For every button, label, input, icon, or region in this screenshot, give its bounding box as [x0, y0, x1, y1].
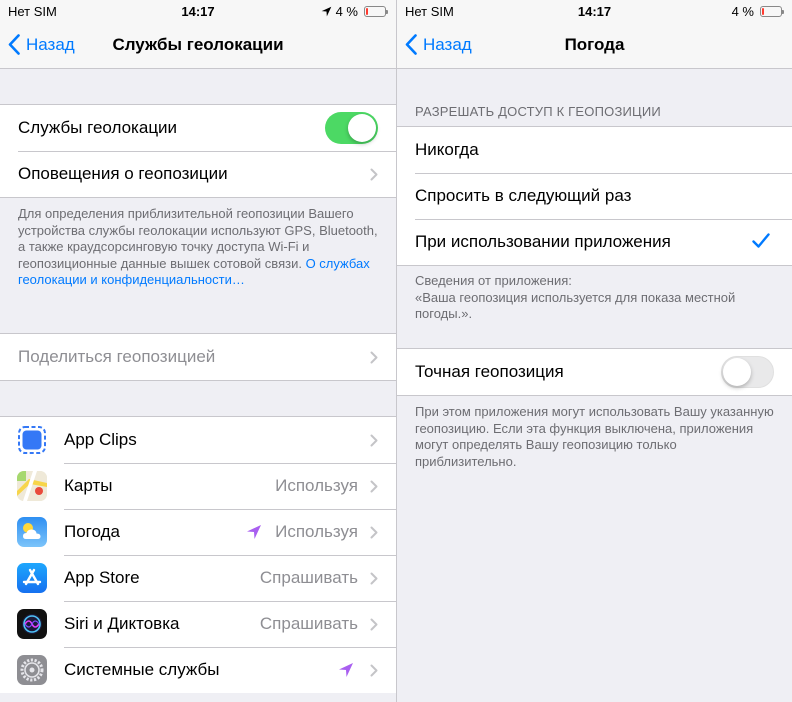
chevron-right-icon: [370, 168, 378, 181]
maps-icon: [17, 471, 47, 501]
precise-location-toggle[interactable]: [721, 356, 774, 388]
status-right: 4 %: [321, 4, 388, 19]
share-location-group: Поделиться геопозицией: [0, 333, 396, 381]
app-row-app-store[interactable]: App Store Спрашивать: [0, 555, 396, 601]
precise-location-label: Точная геопозиция: [415, 362, 564, 381]
app-row-system-services[interactable]: Системные службы: [0, 647, 396, 693]
app-name: Siri и Диктовка: [64, 614, 180, 633]
app-row-weather[interactable]: Погода Используя: [0, 509, 396, 555]
option-never[interactable]: Никогда: [397, 127, 792, 173]
share-location-label: Поделиться геопозицией: [18, 347, 216, 366]
battery-icon: [760, 6, 784, 17]
chevron-right-icon: [370, 618, 378, 631]
option-label: При использовании приложения: [415, 232, 671, 251]
back-button[interactable]: Назад: [8, 34, 75, 55]
location-arrow-icon: [247, 525, 261, 539]
checkmark-icon: [752, 233, 770, 248]
weather-location-screen: Нет SIM 14:17 4 % Назад Погода РАЗРЕШАТЬ…: [397, 0, 792, 702]
location-services-row: Службы геолокации: [0, 105, 396, 151]
option-label: Спросить в следующий раз: [415, 186, 632, 205]
app-name: Погода: [64, 522, 120, 541]
precise-location-row: Точная геопозиция: [397, 349, 792, 395]
app-permission-value: Используя: [275, 476, 358, 495]
back-label: Назад: [26, 34, 75, 54]
app-store-icon: [17, 563, 47, 593]
location-status-icon: [321, 6, 331, 17]
option-label: Никогда: [415, 140, 479, 159]
chevron-right-icon: [370, 434, 378, 447]
chevron-right-icon: [370, 572, 378, 585]
option-while-using[interactable]: При использовании приложения: [397, 219, 792, 265]
toggle-knob: [348, 114, 376, 142]
back-button[interactable]: Назад: [405, 34, 472, 55]
app-permission-value: Спрашивать: [259, 614, 358, 633]
access-options-group: Никогда Спросить в следующий раз При исп…: [397, 126, 792, 266]
chevron-right-icon: [370, 480, 378, 493]
weather-icon: [17, 517, 47, 547]
app-row-siri[interactable]: Siri и Диктовка Спрашивать: [0, 601, 396, 647]
location-services-label: Службы геолокации: [18, 118, 178, 137]
location-arrow-icon: [339, 663, 353, 677]
battery-percent: 4 %: [731, 4, 754, 19]
chevron-right-icon: [370, 664, 378, 677]
access-section-header: РАЗРЕШАТЬ ДОСТУП К ГЕОПОЗИЦИИ: [415, 104, 661, 119]
status-bar: Нет SIM 14:17 4 %: [0, 0, 396, 24]
option-ask-next-time[interactable]: Спросить в следующий раз: [397, 173, 792, 219]
app-permission-value: Спрашивать: [259, 568, 358, 587]
app-name: Системные службы: [64, 660, 220, 679]
precise-location-group: Точная геопозиция: [397, 348, 792, 396]
app-name: App Clips: [64, 430, 137, 449]
app-permission-value: Используя: [275, 522, 358, 541]
app-row-app-clips[interactable]: App Clips: [0, 417, 396, 463]
location-alerts-row[interactable]: Оповещения о геопозиции: [0, 151, 396, 197]
siri-icon: [17, 609, 47, 639]
precise-location-footer: При этом приложения могут использовать В…: [415, 404, 774, 469]
apps-list: App Clips Карты Используя Погода Использ…: [0, 416, 396, 693]
status-bar: Нет SIM 14:17 4 %: [397, 0, 792, 24]
chevron-right-icon: [370, 351, 378, 364]
location-alerts-label: Оповещения о геопозиции: [18, 164, 228, 183]
nav-bar: Назад Службы геолокации: [0, 24, 396, 69]
app-row-maps[interactable]: Карты Используя: [0, 463, 396, 509]
settings-icon: [17, 655, 47, 685]
app-name: Карты: [64, 476, 113, 495]
chevron-left-icon: [405, 34, 417, 55]
location-services-description: Для определения приблизительной геопозиц…: [18, 206, 380, 289]
toggle-knob: [723, 358, 751, 386]
location-settings-group: Службы геолокации Оповещения о геопозици…: [0, 104, 396, 198]
battery-icon: [364, 6, 388, 17]
chevron-left-icon: [8, 34, 20, 55]
location-services-toggle[interactable]: [325, 112, 378, 144]
status-right: 4 %: [731, 4, 784, 19]
back-label: Назад: [423, 34, 472, 54]
nav-bar: Назад Погода: [397, 24, 792, 69]
app-clips-icon: [17, 425, 47, 455]
share-location-row[interactable]: Поделиться геопозицией: [0, 334, 396, 380]
battery-percent: 4 %: [335, 4, 358, 19]
app-info-text: Сведения от приложения: «Ваша геопозиция…: [415, 273, 736, 321]
chevron-right-icon: [370, 526, 378, 539]
app-name: App Store: [64, 568, 140, 587]
location-services-screen: Нет SIM 14:17 4 % Назад Службы геолокаци…: [0, 0, 396, 702]
